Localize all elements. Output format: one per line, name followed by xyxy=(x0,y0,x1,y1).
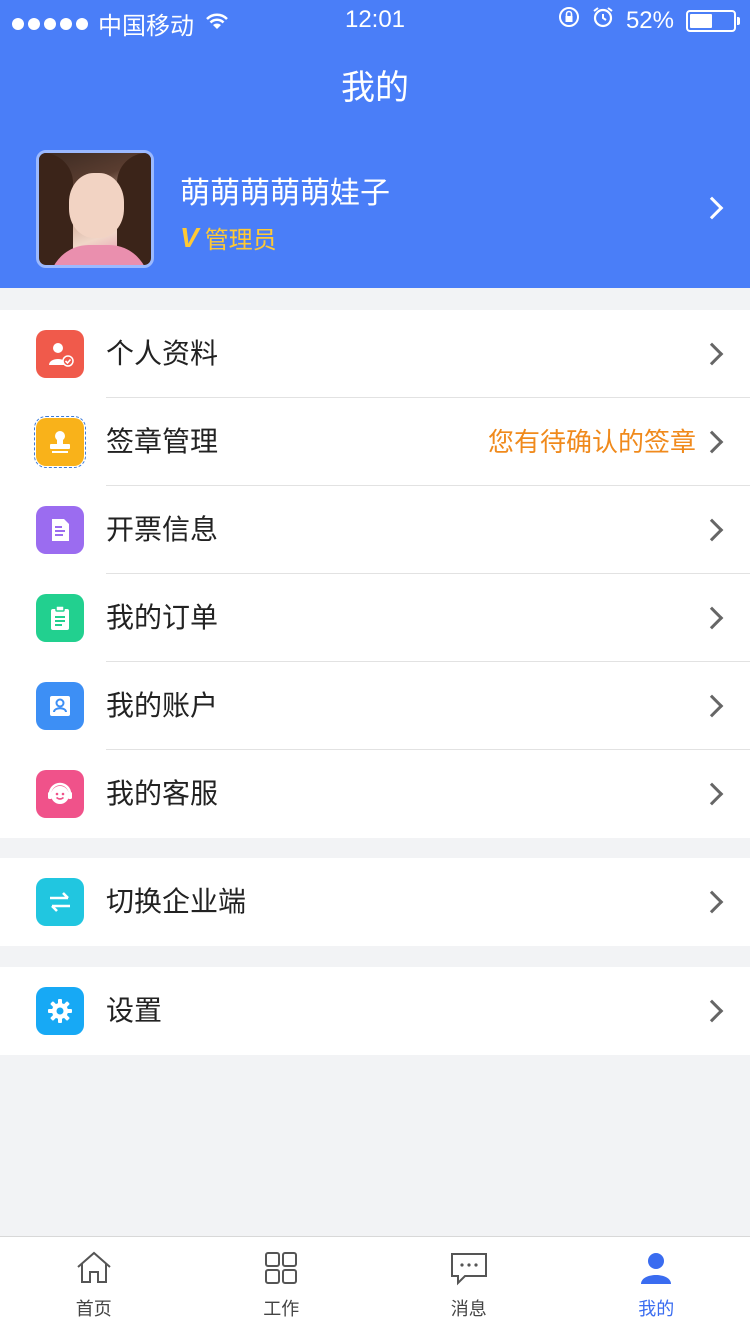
tab-label: 我的 xyxy=(638,1299,675,1319)
profile-name: 萌萌萌萌萌娃子 xyxy=(180,177,390,210)
user-verified-icon xyxy=(36,330,84,378)
menu-group-main: 个人资料 签章管理 您有待确认的签章 开票信息 我的订单 我的账户 我的客服 xyxy=(0,310,750,838)
alarm-icon xyxy=(592,6,614,35)
tab-work[interactable]: 工作 xyxy=(188,1237,376,1334)
menu-label: 切换企业端 xyxy=(106,886,247,917)
chevron-right-icon xyxy=(700,196,724,220)
menu-label: 我的订单 xyxy=(106,602,219,633)
menu-item-account[interactable]: 我的账户 xyxy=(0,662,750,750)
battery-icon xyxy=(686,9,740,32)
pending-stamp-notice: 您有待确认的签章 xyxy=(487,427,696,457)
invoice-icon xyxy=(36,506,84,554)
tab-label: 消息 xyxy=(450,1299,487,1319)
menu-item-profile[interactable]: 个人资料 xyxy=(0,310,750,398)
tab-label: 工作 xyxy=(263,1299,300,1319)
menu-label: 设置 xyxy=(106,995,163,1026)
rotation-lock-icon xyxy=(558,6,580,35)
home-icon xyxy=(74,1250,114,1291)
chevron-right-icon xyxy=(700,694,724,718)
profile-card[interactable]: 萌萌萌萌萌娃子 V 管理员 xyxy=(0,140,750,280)
menu-label: 签章管理 xyxy=(106,426,219,457)
role-label: 管理员 xyxy=(204,227,277,254)
status-bar: 中国移动 12:01 52% xyxy=(0,0,750,40)
tab-home[interactable]: 首页 xyxy=(0,1237,188,1334)
tab-mine[interactable]: 我的 xyxy=(563,1237,750,1334)
menu-label: 个人资料 xyxy=(106,338,219,369)
profile-header: 中国移动 12:01 52% 我的 萌萌萌萌萌娃子 V 管理员 xyxy=(0,0,750,288)
tab-label: 首页 xyxy=(75,1299,112,1319)
grid-icon xyxy=(263,1250,299,1291)
menu-group-switch: 切换企业端 xyxy=(0,858,750,946)
menu-item-orders[interactable]: 我的订单 xyxy=(0,574,750,662)
menu-label: 开票信息 xyxy=(106,514,219,545)
chevron-right-icon xyxy=(700,606,724,630)
message-icon xyxy=(449,1250,489,1291)
menu-label: 我的客服 xyxy=(106,778,219,809)
account-icon xyxy=(36,682,84,730)
chevron-right-icon xyxy=(700,430,724,454)
menu-label: 我的账户 xyxy=(106,690,219,721)
page-title: 我的 xyxy=(341,69,409,107)
menu-item-settings[interactable]: 设置 xyxy=(0,967,750,1055)
battery-percent: 52% xyxy=(625,6,674,34)
person-icon xyxy=(638,1250,674,1291)
gear-icon xyxy=(36,987,84,1035)
clipboard-icon xyxy=(36,594,84,642)
role-badge: V 管理员 xyxy=(180,220,277,255)
chevron-right-icon xyxy=(700,999,724,1023)
menu-item-invoice[interactable]: 开票信息 xyxy=(0,486,750,574)
avatar[interactable] xyxy=(36,150,154,268)
chevron-right-icon xyxy=(700,342,724,366)
customer-service-icon xyxy=(36,770,84,818)
verified-v-icon: V xyxy=(180,221,199,253)
tab-bar: 首页 工作 消息 我的 xyxy=(0,1236,750,1334)
menu-item-switch-enterprise[interactable]: 切换企业端 xyxy=(0,858,750,946)
chevron-right-icon xyxy=(700,518,724,542)
tab-messages[interactable]: 消息 xyxy=(375,1237,563,1334)
menu-group-settings: 设置 xyxy=(0,967,750,1055)
chevron-right-icon xyxy=(700,890,724,914)
chevron-right-icon xyxy=(700,782,724,806)
switch-arrows-icon xyxy=(36,878,84,926)
menu-item-stamp[interactable]: 签章管理 您有待确认的签章 xyxy=(0,398,750,486)
stamp-icon xyxy=(34,416,86,468)
menu-item-customer-service[interactable]: 我的客服 xyxy=(0,750,750,838)
